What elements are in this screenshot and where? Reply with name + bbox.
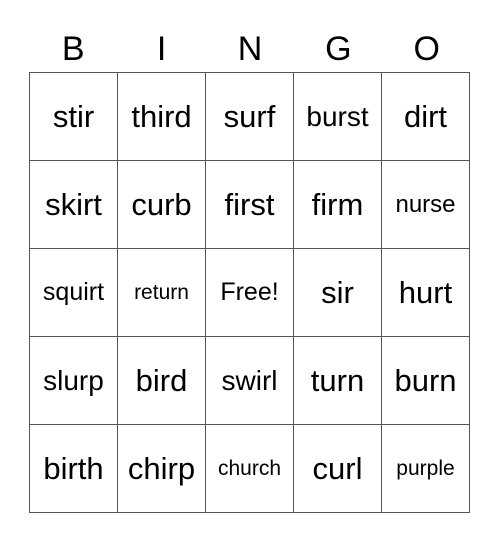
bingo-cell[interactable]: swirl	[205, 336, 294, 425]
bingo-cell[interactable]: first	[205, 160, 294, 249]
grid-row: stir third surf burst dirt	[29, 72, 470, 161]
bingo-cell[interactable]: chirp	[117, 424, 206, 513]
header-letter-b: B	[61, 30, 85, 68]
bingo-cell[interactable]: stir	[29, 72, 118, 161]
bingo-cell[interactable]: skirt	[29, 160, 118, 249]
header-letter-i: I	[156, 30, 167, 68]
bingo-cell[interactable]: dirt	[381, 72, 470, 161]
bingo-grid: stir third surf burst dirt skirt curb fi…	[29, 72, 470, 513]
bingo-cell[interactable]: surf	[205, 72, 294, 161]
bingo-cell[interactable]: nurse	[381, 160, 470, 249]
grid-row: skirt curb first firm nurse	[29, 160, 470, 249]
bingo-cell[interactable]: birth	[29, 424, 118, 513]
bingo-cell[interactable]: hurt	[381, 248, 470, 337]
header-letter-o: O	[413, 30, 440, 68]
bingo-cell[interactable]: burn	[381, 336, 470, 425]
grid-row: birth chirp church curl purple	[29, 424, 470, 513]
bingo-header: B I N G O	[29, 26, 471, 72]
bingo-cell[interactable]: return	[117, 248, 206, 337]
bingo-cell[interactable]: church	[205, 424, 294, 513]
header-letter-g: G	[325, 30, 352, 68]
grid-row: slurp bird swirl turn burn	[29, 336, 470, 425]
bingo-cell[interactable]: turn	[293, 336, 382, 425]
bingo-cell[interactable]: curl	[293, 424, 382, 513]
free-space-cell[interactable]: Free!	[205, 248, 294, 337]
grid-row: squirt return Free! sir hurt	[29, 248, 470, 337]
bingo-cell[interactable]: purple	[381, 424, 470, 513]
header-letter-n: N	[237, 30, 263, 68]
bingo-cell[interactable]: slurp	[29, 336, 118, 425]
bingo-cell[interactable]: bird	[117, 336, 206, 425]
bingo-cell[interactable]: burst	[293, 72, 382, 161]
bingo-cell[interactable]: third	[117, 72, 206, 161]
bingo-cell[interactable]: squirt	[29, 248, 118, 337]
bingo-cell[interactable]: sir	[293, 248, 382, 337]
bingo-cell[interactable]: curb	[117, 160, 206, 249]
bingo-cell[interactable]: firm	[293, 160, 382, 249]
